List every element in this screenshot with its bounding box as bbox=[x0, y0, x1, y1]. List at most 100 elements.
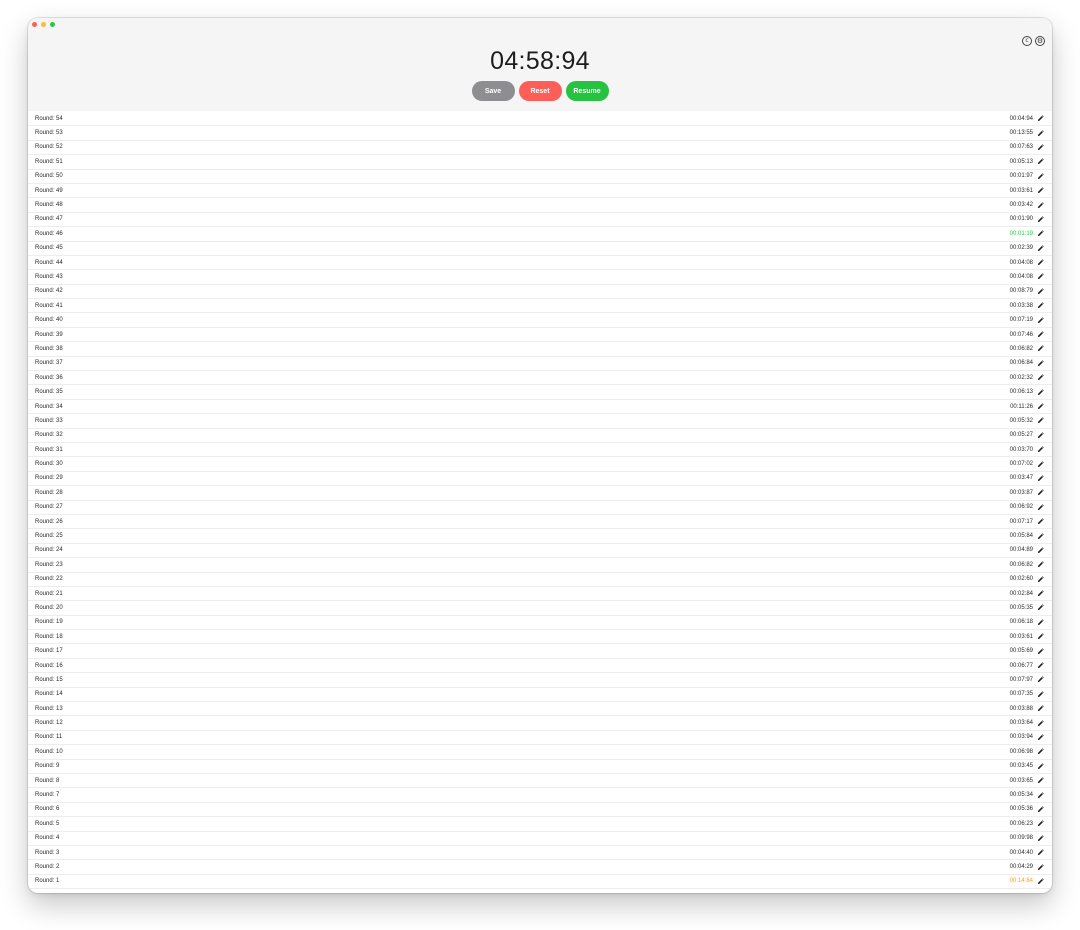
pencil-icon[interactable] bbox=[1037, 187, 1044, 194]
copyright-icon[interactable]: c bbox=[1022, 36, 1032, 46]
round-label: Round: 5 bbox=[35, 820, 60, 827]
pencil-icon[interactable] bbox=[1037, 806, 1044, 813]
pencil-icon[interactable] bbox=[1037, 345, 1044, 352]
round-label: Round: 16 bbox=[35, 662, 63, 669]
pencil-icon[interactable] bbox=[1037, 360, 1044, 367]
round-time: 00:07:46 bbox=[1009, 331, 1033, 338]
pencil-icon[interactable] bbox=[1037, 216, 1044, 223]
pencil-icon[interactable] bbox=[1037, 460, 1044, 468]
pencil-icon[interactable] bbox=[1037, 129, 1044, 137]
pencil-icon[interactable] bbox=[1037, 647, 1044, 655]
round-label: Round: 45 bbox=[35, 245, 63, 252]
round-label: Round: 7 bbox=[35, 792, 60, 799]
pencil-icon[interactable] bbox=[1037, 475, 1044, 482]
pencil-icon[interactable] bbox=[1037, 834, 1044, 842]
pencil-icon[interactable] bbox=[1037, 604, 1044, 611]
round-row: Round: 1 00:14:84 bbox=[28, 875, 1052, 890]
pencil-icon[interactable] bbox=[1037, 374, 1044, 381]
pencil-icon[interactable] bbox=[1037, 719, 1044, 727]
round-row: Round: 42 00:08:79 bbox=[28, 285, 1052, 300]
pencil-icon[interactable] bbox=[1037, 547, 1044, 554]
pencil-icon[interactable] bbox=[1037, 691, 1044, 698]
round-time: 00:04:29 bbox=[1009, 864, 1033, 870]
round-row: Round: 44 00:04:08 bbox=[28, 256, 1052, 271]
pencil-icon[interactable] bbox=[1037, 849, 1044, 856]
pencil-icon[interactable] bbox=[1037, 115, 1044, 122]
round-row: Round: 47 00:01:90 bbox=[28, 213, 1052, 228]
pencil-icon[interactable] bbox=[1037, 633, 1044, 640]
pencil-icon[interactable] bbox=[1037, 532, 1044, 540]
pencil-icon[interactable] bbox=[1037, 504, 1044, 511]
pencil-icon[interactable] bbox=[1037, 316, 1044, 324]
pencil-icon[interactable] bbox=[1037, 489, 1044, 496]
pencil-icon[interactable] bbox=[1037, 331, 1044, 338]
pencil-icon[interactable] bbox=[1037, 763, 1044, 770]
round-time: 00:13:55 bbox=[1009, 130, 1033, 137]
round-row: Round: 18 00:03:61 bbox=[28, 630, 1052, 645]
pencil-icon[interactable] bbox=[1037, 173, 1044, 180]
round-time: 00:01:90 bbox=[1009, 216, 1033, 223]
round-row: Round: 43 00:04:08 bbox=[28, 270, 1052, 285]
pencil-icon[interactable] bbox=[1037, 302, 1044, 309]
pencil-icon[interactable] bbox=[1037, 705, 1044, 712]
pencil-icon[interactable] bbox=[1037, 403, 1044, 410]
pencil-icon[interactable] bbox=[1037, 158, 1044, 165]
pencil-icon[interactable] bbox=[1037, 575, 1044, 583]
round-label: Round: 54 bbox=[35, 115, 63, 122]
pencil-icon[interactable] bbox=[1037, 446, 1044, 453]
pencil-icon[interactable] bbox=[1037, 863, 1044, 871]
round-row: Round: 13 00:03:88 bbox=[28, 702, 1052, 717]
reset-button[interactable]: Reset bbox=[518, 81, 562, 101]
round-row: Round: 19 00:06:18 bbox=[28, 616, 1052, 631]
pencil-icon[interactable] bbox=[1037, 244, 1044, 252]
resume-button[interactable]: Resume bbox=[565, 81, 609, 101]
pencil-icon[interactable] bbox=[1037, 662, 1044, 669]
pencil-icon[interactable] bbox=[1037, 561, 1044, 568]
minimize-window-icon[interactable] bbox=[41, 22, 46, 27]
pencil-icon[interactable] bbox=[1037, 820, 1044, 827]
gear-icon[interactable]: ⚙ bbox=[1035, 36, 1045, 46]
round-time: 00:05:36 bbox=[1009, 806, 1033, 813]
round-time: 00:04:08 bbox=[1009, 259, 1033, 266]
pencil-icon[interactable] bbox=[1037, 777, 1044, 784]
pencil-icon[interactable] bbox=[1037, 144, 1044, 151]
round-row: Round: 33 00:05:32 bbox=[28, 414, 1052, 429]
zoom-window-icon[interactable] bbox=[50, 22, 55, 27]
round-time: 00:07:63 bbox=[1009, 144, 1033, 151]
pencil-icon[interactable] bbox=[1037, 432, 1044, 439]
close-window-icon[interactable] bbox=[32, 22, 37, 27]
pencil-icon[interactable] bbox=[1037, 878, 1044, 885]
pencil-icon[interactable] bbox=[1037, 518, 1044, 525]
pencil-icon[interactable] bbox=[1037, 201, 1044, 209]
round-row: Round: 50 00:01:97 bbox=[28, 170, 1052, 184]
pencil-icon[interactable] bbox=[1037, 388, 1044, 396]
round-label: Round: 37 bbox=[35, 360, 63, 367]
save-button[interactable]: Save bbox=[471, 81, 515, 101]
round-time: 00:04:08 bbox=[1009, 273, 1033, 280]
round-row: Round: 49 00:03:61 bbox=[28, 184, 1052, 199]
round-time: 00:11:26 bbox=[1010, 403, 1033, 410]
timer-controls: Save Reset Resume bbox=[28, 81, 1052, 101]
pencil-icon[interactable] bbox=[1037, 791, 1044, 799]
round-row: Round: 54 00:04:94 bbox=[28, 112, 1052, 127]
pencil-icon[interactable] bbox=[1037, 676, 1044, 683]
pencil-icon[interactable] bbox=[1037, 273, 1044, 280]
round-time: 00:06:92 bbox=[1009, 504, 1033, 511]
pencil-icon[interactable] bbox=[1037, 288, 1044, 295]
round-time: 00:06:82 bbox=[1009, 345, 1033, 352]
round-label: Round: 31 bbox=[35, 446, 63, 453]
pencil-icon[interactable] bbox=[1037, 748, 1044, 755]
round-label: Round: 27 bbox=[35, 504, 63, 511]
round-label: Round: 44 bbox=[35, 259, 63, 266]
round-row: Round: 34 00:11:26 bbox=[28, 400, 1052, 415]
round-row: Round: 20 00:05:35 bbox=[28, 601, 1052, 616]
round-label: Round: 24 bbox=[35, 547, 63, 554]
pencil-icon[interactable] bbox=[1037, 230, 1044, 237]
pencil-icon[interactable] bbox=[1037, 417, 1044, 424]
pencil-icon[interactable] bbox=[1037, 259, 1044, 266]
pencil-icon[interactable] bbox=[1037, 619, 1044, 626]
pencil-icon[interactable] bbox=[1037, 590, 1044, 597]
round-time: 00:02:84 bbox=[1009, 590, 1033, 597]
pencil-icon[interactable] bbox=[1037, 734, 1044, 741]
round-time: 00:01:19 bbox=[1009, 230, 1033, 237]
